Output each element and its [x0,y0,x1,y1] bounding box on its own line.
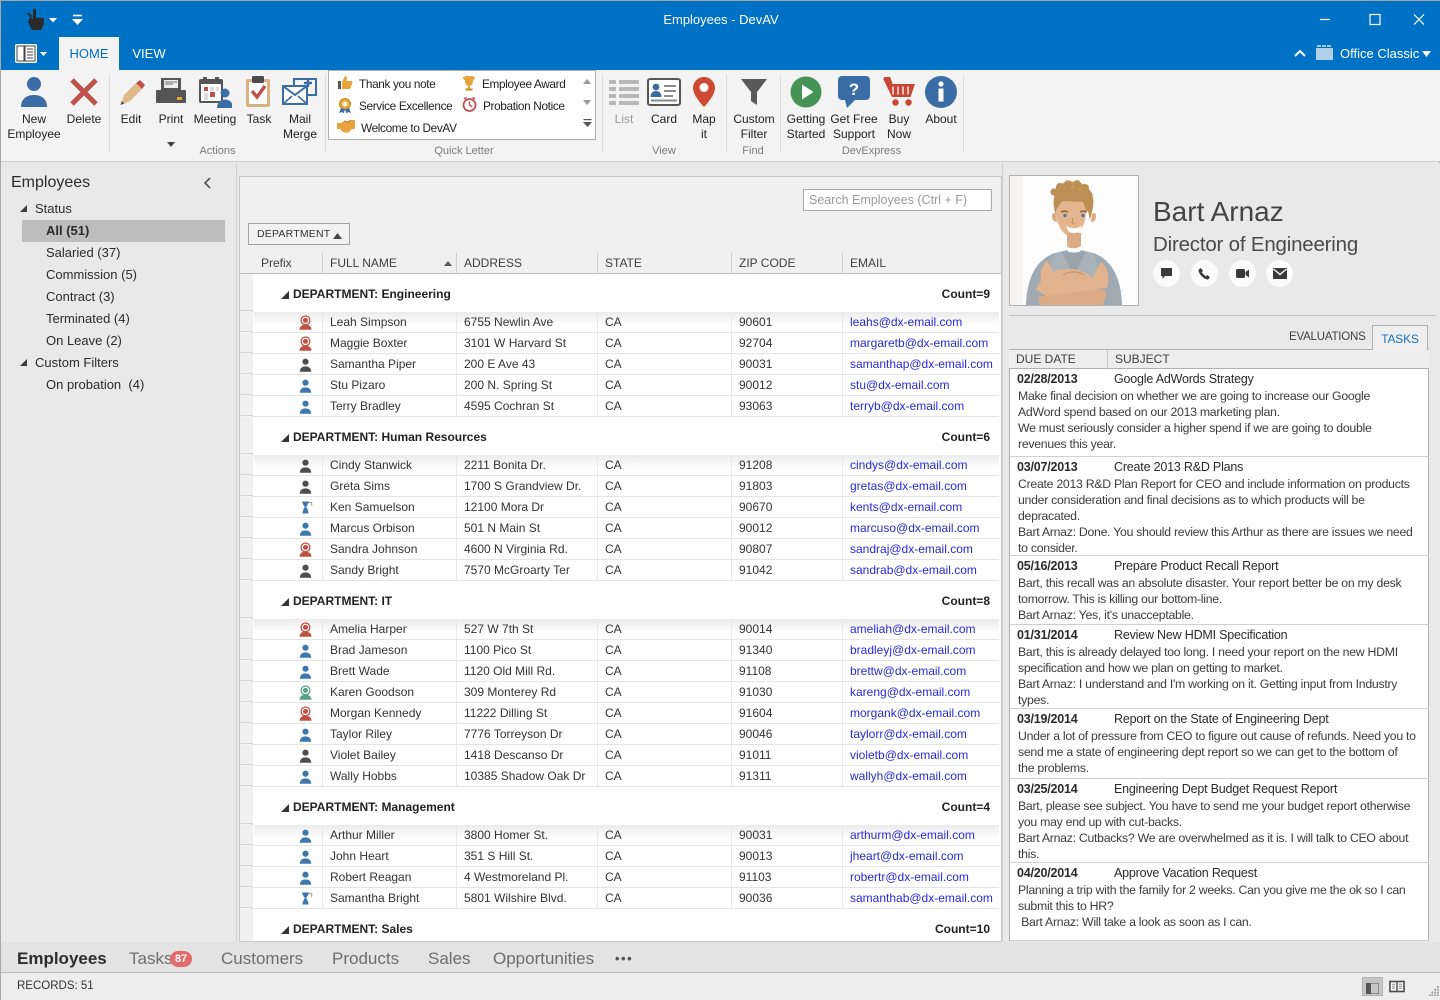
svg-text:?: ? [849,80,859,99]
